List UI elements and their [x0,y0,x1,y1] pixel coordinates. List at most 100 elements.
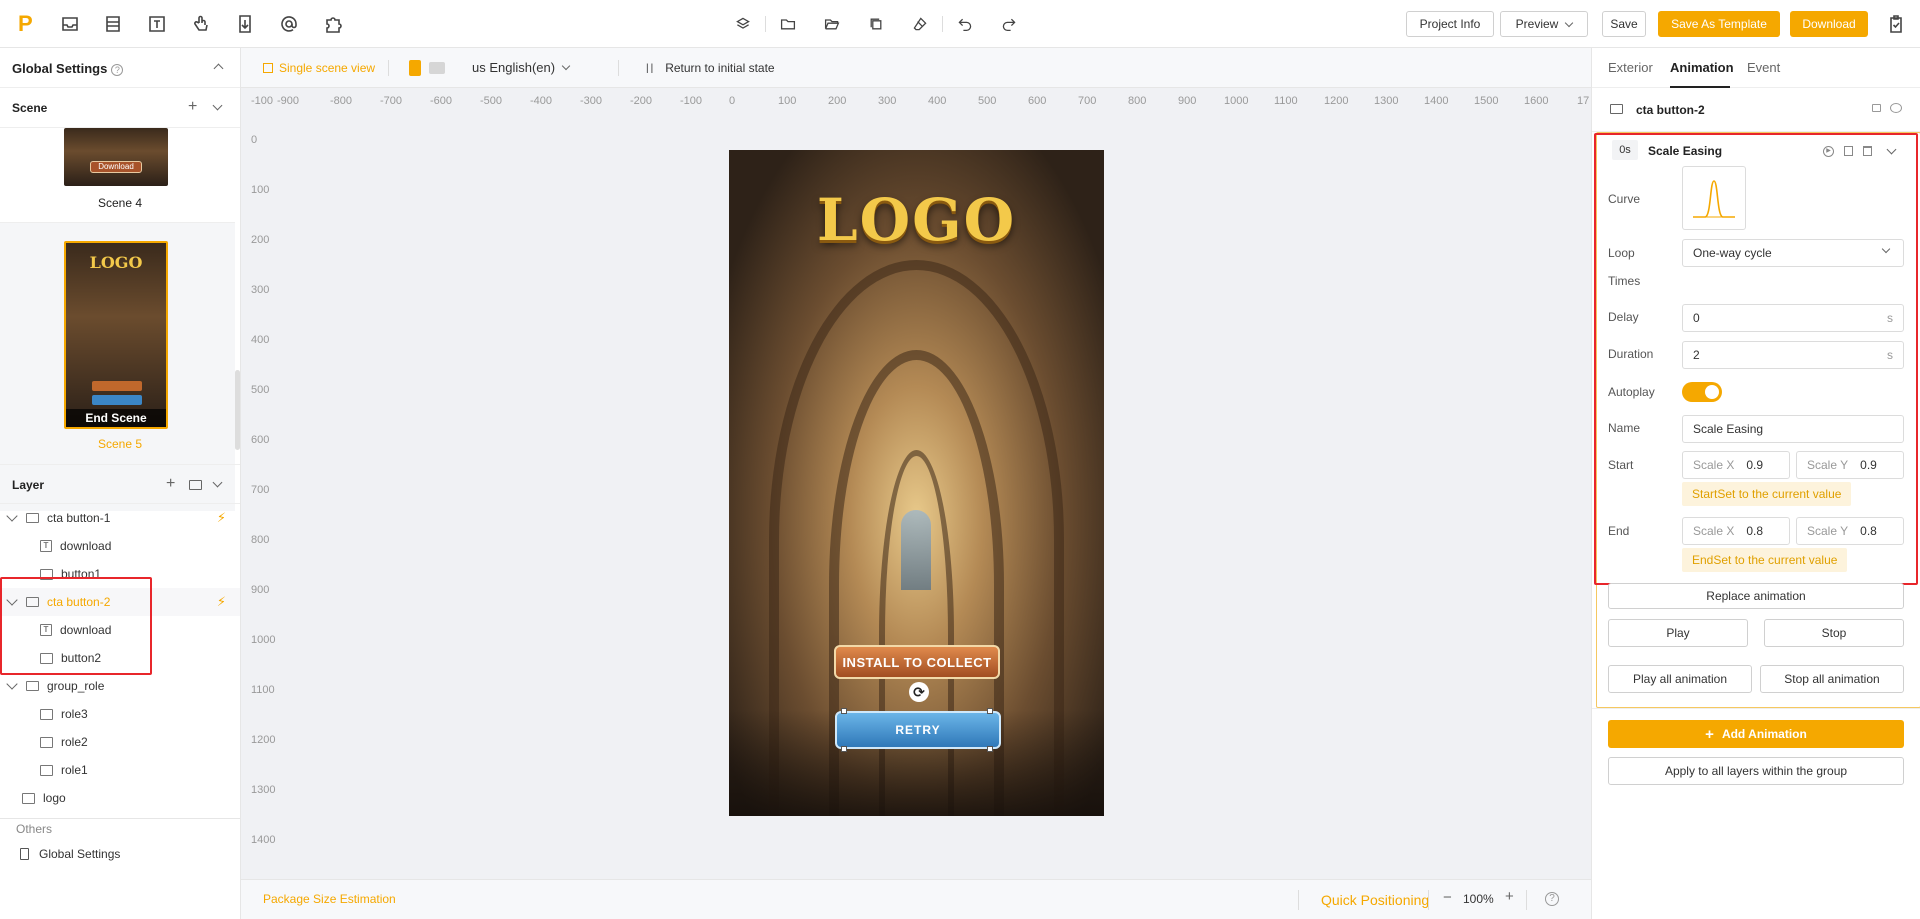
play-button[interactable]: Play [1608,619,1748,647]
add-layer-icon[interactable]: + [166,476,175,492]
rotate-handle-icon[interactable]: ⟳ [909,682,929,702]
eye-icon[interactable] [1890,103,1902,113]
package-size-estimation-link[interactable]: Package Size Estimation [263,892,396,906]
layer-item-cta-button-1[interactable]: cta button-1 ⚡ [0,504,240,532]
stop-all-animation-button[interactable]: Stop all animation [1760,665,1904,693]
zoom-in-button[interactable]: + [1505,888,1514,905]
divider [1298,890,1299,910]
chevron-down-icon[interactable] [212,100,223,111]
layout-icon[interactable] [101,12,125,36]
layer-item-role1[interactable]: role1 [0,756,240,784]
hand-pointer-icon[interactable] [189,12,213,36]
resize-handle[interactable] [841,746,847,752]
chevron-down-icon [561,61,571,71]
redo-icon[interactable] [997,12,1021,36]
phone-logo-text[interactable]: LOGO [729,186,1104,254]
layer-item-group-role[interactable]: group_role [0,672,240,700]
language-select[interactable]: us English(en) [472,60,571,75]
tab-exterior[interactable]: Exterior [1608,60,1653,75]
layer-title: Layer [12,478,45,492]
layer-item-logo[interactable]: logo [0,784,240,812]
undo-icon[interactable] [953,12,977,36]
portrait-mode-button[interactable] [409,60,421,76]
help-icon[interactable]: ? [111,64,124,76]
resize-handle[interactable] [987,708,993,714]
ruler-tick: 0 [251,134,258,146]
layer-item-role3[interactable]: role3 [0,700,240,728]
play-all-animation-button[interactable]: Play all animation [1608,665,1752,693]
folder-open-icon[interactable] [820,12,844,36]
animation-bolt-icon[interactable]: ⚡ [217,510,226,526]
eraser-icon[interactable] [908,12,932,36]
layers-icon[interactable] [731,12,755,36]
layer-label: logo [43,791,66,805]
scene-label-5[interactable]: Scene 5 [0,437,240,451]
scene-thumbnail-4[interactable]: Download [64,128,168,186]
return-initial-state-button[interactable]: || Return to initial state [646,61,775,75]
scene-scrollbar[interactable] [235,370,240,450]
text-tool-icon[interactable] [145,12,169,36]
file-transfer-icon[interactable] [233,12,257,36]
landscape-mode-button[interactable] [429,62,445,74]
plugin-icon[interactable] [321,12,345,36]
ruler-tick: -800 [330,95,353,107]
add-animation-button[interactable]: + Add Animation [1608,720,1904,748]
layer-item-role2[interactable]: role2 [0,728,240,756]
layer-label: cta button-1 [47,511,111,525]
layer-item-download[interactable]: T download [0,532,240,560]
layer-label: role1 [61,763,88,777]
ruler-tick: 400 [928,95,947,107]
vertical-ruler: 0 100 200 300 400 500 600 700 800 900 10… [241,114,281,894]
ruler-tick: -400 [530,95,553,107]
tab-event[interactable]: Event [1747,60,1780,75]
at-sign-icon[interactable] [277,12,301,36]
save-button[interactable]: Save [1602,11,1646,37]
ruler-tick: 17 [1577,95,1590,107]
scene-label-4[interactable]: Scene 4 [0,196,240,210]
preview-dropdown[interactable]: Preview [1500,11,1588,37]
single-scene-view-toggle[interactable]: Single scene view [263,61,375,75]
animation-bolt-icon[interactable]: ⚡ [217,594,226,610]
ruler-tick: 700 [251,484,270,496]
divider [1592,708,1920,709]
ruler-tick: 600 [251,434,270,446]
selected-layer-name: cta button-2 [1636,103,1705,117]
language-label: us English(en) [472,60,556,75]
retry-button[interactable]: RETRY [835,711,1001,749]
stop-button[interactable]: Stop [1764,619,1904,647]
expand-chevron-icon[interactable] [6,510,18,522]
chevron-down-icon[interactable] [212,477,223,488]
left-panel: Global Settings? Scene + Download Scene … [0,48,241,919]
replace-animation-button[interactable]: Replace animation [1608,583,1904,609]
tab-animation[interactable]: Animation [1670,60,1734,75]
project-info-button[interactable]: Project Info [1406,11,1494,37]
scene-thumbnail-5[interactable]: LOGO End Scene [64,241,168,429]
save-as-template-button[interactable]: Save As Template [1658,11,1780,37]
app-logo: P [18,11,33,36]
resize-handle[interactable] [841,708,847,714]
resize-handle[interactable] [987,746,993,752]
zoom-out-button[interactable]: − [1443,889,1452,906]
ruler-tick: -200 [630,95,653,107]
help-icon[interactable]: ? [1545,892,1559,906]
global-settings-header[interactable]: Global Settings? [0,48,240,88]
add-folder-icon[interactable] [189,480,202,490]
expand-chevron-icon[interactable] [6,678,18,690]
others-global-settings[interactable]: Global Settings [0,840,240,868]
lock-icon[interactable] [1872,104,1881,112]
folder-icon [26,513,39,523]
ruler-tick: 800 [1128,95,1147,107]
quick-positioning-button[interactable]: Quick Positioning [1321,892,1429,908]
download-button[interactable]: Download [1790,11,1868,37]
copy-icon[interactable] [864,12,888,36]
add-scene-icon[interactable]: + [188,99,197,115]
folder-icon[interactable] [776,12,800,36]
phone-preview[interactable]: LOGO INSTALL TO COLLECT ⟳ RETRY [729,150,1104,816]
install-to-collect-button[interactable]: INSTALL TO COLLECT [834,645,1000,679]
ruler-tick: 400 [251,334,270,346]
inbox-icon[interactable] [58,12,82,36]
checklist-icon[interactable] [1884,12,1908,36]
apply-all-layers-button[interactable]: Apply to all layers within the group [1608,757,1904,785]
ruler-tick: 100 [251,184,270,196]
chevron-up-icon[interactable] [213,63,224,74]
